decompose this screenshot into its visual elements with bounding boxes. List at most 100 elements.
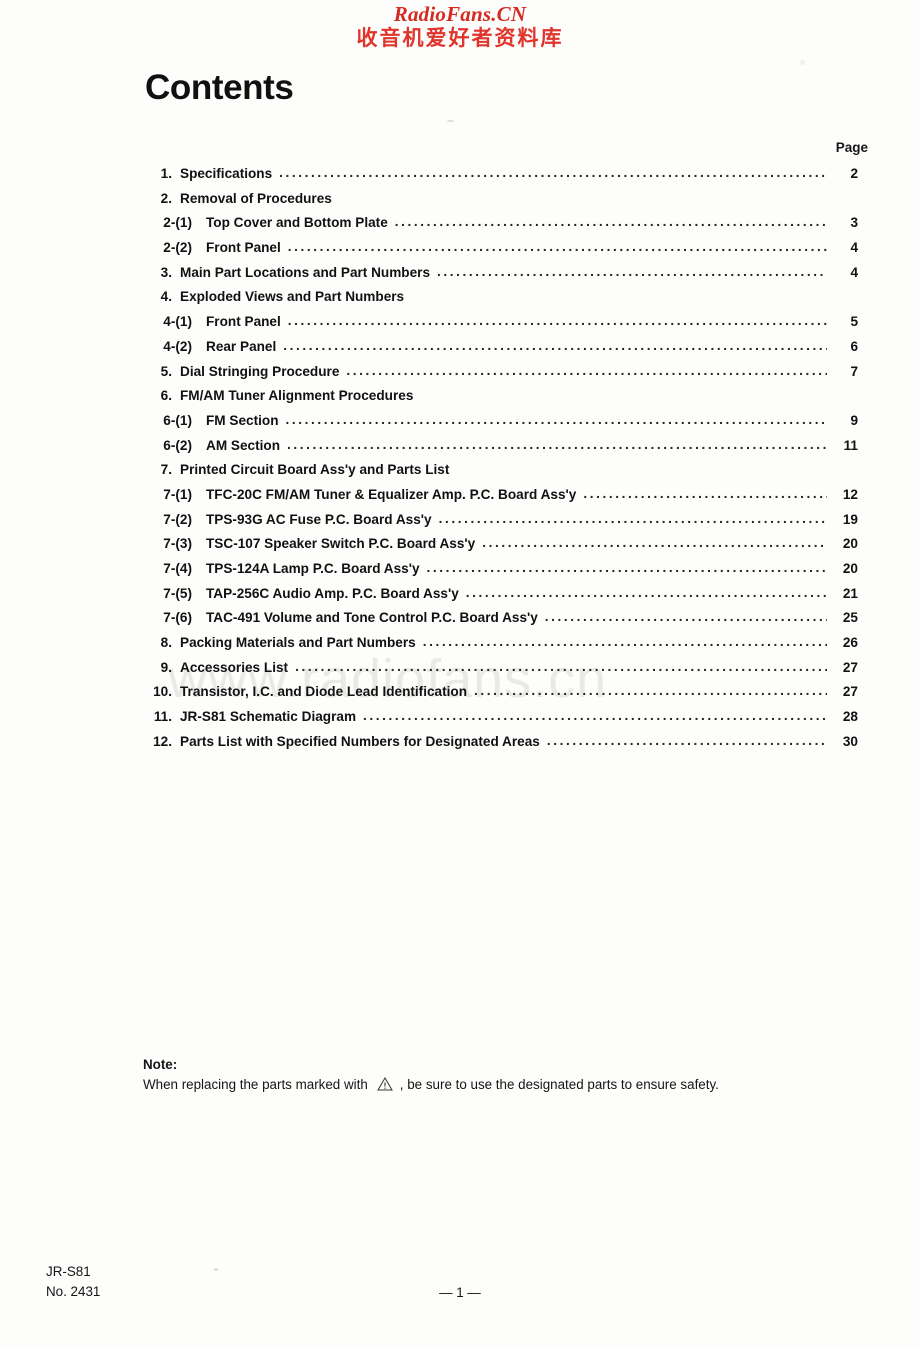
site-banner: RadioFans.CN 收音机爱好者资料库 [0,4,920,49]
toc-entry-number: 11. [153,709,172,725]
toc-entry-page-number: 6 [850,338,858,354]
toc-leader-dots [287,437,827,452]
toc-entry[interactable]: 6-(2) AM Section 11 [0,438,920,463]
toc-entry-page-number: 30 [842,733,858,749]
toc-entry[interactable]: 7-(1) TFC-20C FM/AM Tuner & Equalizer Amp… [0,487,920,512]
page-title: Contents [145,68,294,107]
toc-leader-dots [474,683,827,698]
toc-entry-number: 7-(3) [163,536,192,552]
document-page: RadioFans.CN 收音机爱好者资料库 Contents Page www… [0,0,920,1349]
toc-entry[interactable]: 9. Accessories List 27 [0,660,920,685]
toc-entry[interactable]: 2-(2) Front Panel 4 [0,240,920,265]
toc-entry-number: 7-(4) [163,561,192,576]
toc-entry-label: TAP-256C Audio Amp. P.C. Board Ass'y [206,585,459,601]
warning-triangle-icon [376,1077,393,1094]
scan-speckle [800,60,805,65]
toc-entry-label: TSC-107 Speaker Switch P.C. Board Ass'y [206,536,476,552]
toc-entry-label: JR-S81 Schematic Diagram [180,709,357,725]
toc-entry-number: 8. [160,635,172,651]
toc-entry-label: Top Cover and Bottom Plate [206,215,388,231]
toc-entry-label: TFC-20C FM/AM Tuner & Equalizer Amp. P.C… [206,486,577,502]
footer-model: JR-S81 [46,1264,91,1280]
toc-entry-label: Transistor, I.C. and Diode Lead Identifi… [180,684,468,700]
toc-entry[interactable]: 7-(2) TPS-93G AC Fuse P.C. Board Ass'y 19 [0,512,920,537]
toc-entry-page-number: 2 [850,166,858,181]
toc-leader-dots [482,535,827,550]
toc-leader-dots [286,412,827,427]
toc-entry-page-number: 12 [842,486,858,502]
toc-leader-dots [545,609,827,624]
toc-entry-label: TPS-93G AC Fuse P.C. Board Ass'y [206,511,432,527]
toc-entry-number: 3. [160,264,172,280]
toc-entry-label: Front Panel [206,240,281,256]
note-text-after: , be sure to use the designated parts to… [399,1077,719,1092]
site-banner-cjk: 收音机爱好者资料库 [356,26,564,50]
toc-entry-number: 6-(2) [163,437,192,453]
page-column-header: Page [835,140,868,155]
toc-leader-dots [295,659,827,674]
toc-entry-page-number: 5 [850,314,858,330]
toc-entry-number: 7-(1) [163,486,192,502]
toc-entry[interactable]: 11. JR-S81 Schematic Diagram 28 [0,709,920,734]
toc-entry[interactable]: 7-(3) TSC-107 Speaker Switch P.C. Board A… [0,536,920,561]
scan-speckle [447,120,454,122]
toc-entry[interactable]: 6. FM/AM Tuner Alignment Procedures [0,388,920,413]
toc-entry[interactable]: 3. Main Part Locations and Part Numbers 4 [0,265,920,290]
toc-entry[interactable]: 2-(1) Top Cover and Bottom Plate 3 [0,215,920,240]
toc-entry-page-number: 26 [842,635,858,651]
note-body: When replacing the parts marked with , b… [143,1076,719,1093]
toc-entry[interactable]: 12. Parts List with Specified Numbers for… [0,734,920,759]
toc-entry-page-number: 21 [842,585,858,601]
toc-entry-label: Accessories List [180,659,289,675]
toc-entry-label: Front Panel [206,314,281,330]
toc-entry[interactable]: 7-(6) TAC-491 Volume and Tone Control P.C… [0,610,920,635]
toc-leader-dots [439,511,827,526]
toc-entry-page-number: 27 [842,684,858,700]
toc-entry-label: Exploded Views and Part Numbers [180,289,405,305]
toc-entry[interactable]: 4. Exploded Views and Part Numbers [0,289,920,314]
toc-entry[interactable]: 2. Removal of Procedures [0,191,920,216]
note-text-before: When replacing the parts marked with [143,1077,368,1092]
toc-entry-number: 12. [153,733,172,749]
toc-leader-dots [395,214,827,229]
toc-entry-page-number: 20 [842,536,858,552]
toc-entry[interactable]: 4-(2) Rear Panel 6 [0,339,920,364]
toc-entry-label: TAC-491 Volume and Tone Control P.C. Boa… [206,610,538,626]
toc-entry-label: Packing Materials and Part Numbers [180,635,416,651]
toc-entry-page-number: 27 [842,659,858,675]
toc-entry[interactable]: 6-(1) FM Section 9 [0,413,920,438]
toc-leader-dots [283,338,827,353]
toc-entry[interactable]: 7-(5) TAP-256C Audio Amp. P.C. Board Ass'… [0,586,920,611]
toc-entry[interactable]: 10. Transistor, I.C. and Diode Lead Ident… [0,684,920,709]
toc-entry-page-number: 3 [850,215,858,231]
note-heading: Note: [143,1057,178,1072]
toc-entry-number: 10. [153,684,172,700]
toc-entry-number: 7-(5) [163,585,192,601]
toc-entry[interactable]: 4-(1) Front Panel 5 [0,314,920,339]
toc-entry-number: 7. [160,462,172,478]
toc-entry[interactable]: 5. Dial Stringing Procedure 7 [0,364,920,389]
toc-entry[interactable]: 1. Specifications 2 [0,166,920,191]
toc-entry-page-number: 4 [850,264,858,280]
toc-leader-dots [427,560,827,575]
toc-entry-label: FM/AM Tuner Alignment Procedures [180,388,414,404]
toc-entry-number: 5. [160,363,172,379]
toc-entry-label: Removal of Procedures [180,190,332,206]
toc-entry-number: 4-(2) [163,338,192,354]
toc-entry[interactable]: 7. Printed Circuit Board Ass'y and Parts … [0,462,920,487]
toc-entry-number: 7-(2) [163,511,192,527]
toc-leader-dots [547,733,827,748]
toc-entry-label: Dial Stringing Procedure [180,363,340,379]
toc-entry-page-number: 4 [850,240,858,256]
toc-leader-dots [288,239,827,254]
toc-entry-page-number: 7 [850,363,858,379]
toc-entry[interactable]: 7-(4) TPS-124A Lamp P.C. Board Ass'y 20 [0,561,920,586]
toc-entry-number: 4-(1) [163,314,192,330]
toc-entry-page-number: 19 [842,511,858,527]
toc-entry-page-number: 20 [842,561,858,576]
toc-entry-number: 2-(1) [163,215,192,231]
toc-entry-label: Printed Circuit Board Ass'y and Parts Li… [180,462,450,478]
toc-leader-dots [437,264,827,279]
toc-leader-dots [466,585,827,600]
toc-entry[interactable]: 8. Packing Materials and Part Numbers 26 [0,635,920,660]
